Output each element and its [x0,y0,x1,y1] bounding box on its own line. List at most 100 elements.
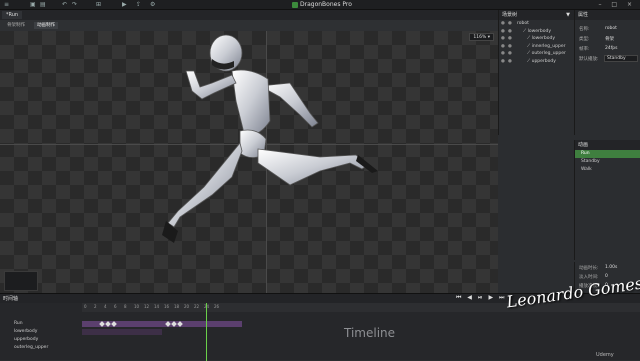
visibility-icon[interactable]: ● [501,58,505,66]
visibility-icon[interactable]: ● [501,28,505,36]
animation-item-walk[interactable]: Walk [575,166,640,174]
scene-tree-header: 场景树 ▼ [499,10,574,20]
tab-animate-mode-label: 动画制作 [37,23,55,28]
settings-icon[interactable]: ⚙ [150,2,156,8]
tree-item-label: outerleg_upper [531,51,566,56]
playhead[interactable] [206,303,207,361]
window-controls[interactable]: – □ × [598,1,636,8]
visibility-icon[interactable]: ● [501,35,505,43]
tab-armature-mode-label: 骨架制作 [7,23,25,28]
view-tools[interactable] [4,271,38,291]
track-label: Run [14,321,23,326]
frame-tick: 14 [154,304,160,309]
document-tab-bar: *Run [0,10,498,20]
tree-item-upperbody[interactable]: ● ● ⟋ upperbody [499,58,574,66]
tree-item-lowerbody-child[interactable]: ● ● ⟋ lowerbody [499,35,574,43]
lock-icon[interactable]: ● [508,58,512,66]
track-row-outerleg-upper[interactable]: outerleg_upper [0,344,640,352]
visibility-icon[interactable]: ● [501,20,505,28]
tree-item-label: innerleg_upper [531,43,566,49]
frame-tick: 6 [114,304,117,309]
prop-fps-value[interactable]: 24fps [605,46,618,51]
arrange-icon[interactable]: ⊞ [96,2,102,8]
lock-icon[interactable]: ● [508,35,512,43]
lock-icon[interactable]: ● [508,28,512,36]
animation-item-standby[interactable]: Standby [575,158,640,166]
tree-item-outerleg-upper[interactable]: ● ● ⟋ outerleg_upper [499,50,574,58]
prop-type-label: 类型: [579,37,590,42]
visibility-icon[interactable]: ● [501,50,505,58]
track-label: lowerbody [14,329,38,334]
tab-armature-mode[interactable]: 骨架制作 [4,22,28,29]
frame-tick: 12 [144,304,150,309]
frame-tick: 2 [94,304,97,309]
tree-item-lowerbody[interactable]: ● ● ⟋ lowerbody [499,28,574,36]
track-bar [82,329,162,335]
tree-item-label: upperbody [531,58,556,64]
track-row-lowerbody[interactable]: lowerbody [0,328,640,336]
timeline-title: 时间轴 [3,296,19,302]
default-animation-select[interactable]: Standby [604,55,638,62]
prop-name-value[interactable]: robot [605,26,617,31]
track-label: outerleg_upper [14,345,49,350]
tree-item-label: lowerbody [531,36,556,41]
animation-panel: 动画 Run Standby Walk [574,140,640,260]
robot-armature[interactable] [140,31,400,251]
save-all-icon[interactable]: ▤ [40,2,46,8]
platform-watermark: Udemy [596,352,614,358]
save-icon[interactable]: ▣ [30,2,36,8]
properties-title: 属性 [578,12,589,18]
track-row-upperbody[interactable]: upperbody [0,336,640,344]
tree-item-label: lowerbody [527,28,552,34]
prop-type-value: 骨架 [605,37,614,42]
frame-tick: 26 [214,304,220,309]
frame-tick: 10 [134,304,140,309]
bone-icon: ⟋ [527,58,531,64]
visibility-icon[interactable]: ● [501,43,505,51]
animation-label: Standby [581,159,600,164]
frame-tick: 18 [174,304,180,309]
prop-name-label: 名称: [579,27,590,32]
lock-icon[interactable]: ● [508,43,512,51]
stage-canvas[interactable]: 116% ▾ [0,31,498,293]
frame-tick: 4 [104,304,107,309]
zoom-control[interactable]: 116% ▾ [469,33,494,41]
frame-tick: 22 [194,304,200,309]
lock-icon[interactable]: ● [508,50,512,58]
tree-item-robot[interactable]: ● ● robot [499,20,574,28]
prop-fps-label: 帧率: [579,47,590,52]
playback-controls[interactable]: ⏮ ◀ ⏯ ▶ ⏭ [456,294,506,302]
properties-panel: 属性 名称: robot 类型: 骨架 帧率: 24fps 默认播放: Stan… [574,10,640,135]
app-logo [292,2,298,8]
scene-tree-title: 场景树 [502,12,518,18]
duration-value[interactable]: 1.00s [605,265,617,270]
animation-title: 动画 [578,142,589,148]
frame-tick: 16 [164,304,170,309]
preview-icon[interactable]: ▶ [122,2,128,8]
duration-label: 动画时长: [579,266,599,271]
title-bar: ≡ ▣ ▤ ↶ ↷ ⊞ ▶ ⇪ ⚙ DragonBones Pro – □ × [0,0,640,10]
bone-icon: ⟋ [527,51,531,56]
redo-icon[interactable]: ↷ [72,2,78,8]
document-tab[interactable]: *Run [2,11,23,19]
filter-icon[interactable]: ▼ [566,10,570,20]
mode-bar: 骨架制作 动画制作 [0,20,498,31]
bone-icon: ⟋ [523,28,527,34]
lock-icon[interactable]: ● [508,20,512,28]
properties-header: 属性 [575,10,640,20]
export-icon[interactable]: ⇪ [136,2,142,8]
document-tab-label: *Run [6,12,19,18]
animation-label: Run [581,151,590,156]
app-title: DragonBones Pro [300,1,352,8]
menu-icon[interactable]: ≡ [4,2,10,8]
prop-default-label: 默认播放: [579,57,599,62]
animation-label: Walk [581,167,592,172]
zoom-value: 116% [473,35,487,40]
tab-animate-mode[interactable]: 动画制作 [34,22,58,29]
tree-item-innerleg-upper[interactable]: ● ● ⟋ innerleg_upper [499,43,574,51]
animation-item-run[interactable]: Run [575,150,640,158]
frame-tick: 8 [124,304,127,309]
bone-icon: ⟋ [527,43,531,49]
undo-icon[interactable]: ↶ [62,2,68,8]
track-row-run[interactable]: Run [0,320,640,328]
